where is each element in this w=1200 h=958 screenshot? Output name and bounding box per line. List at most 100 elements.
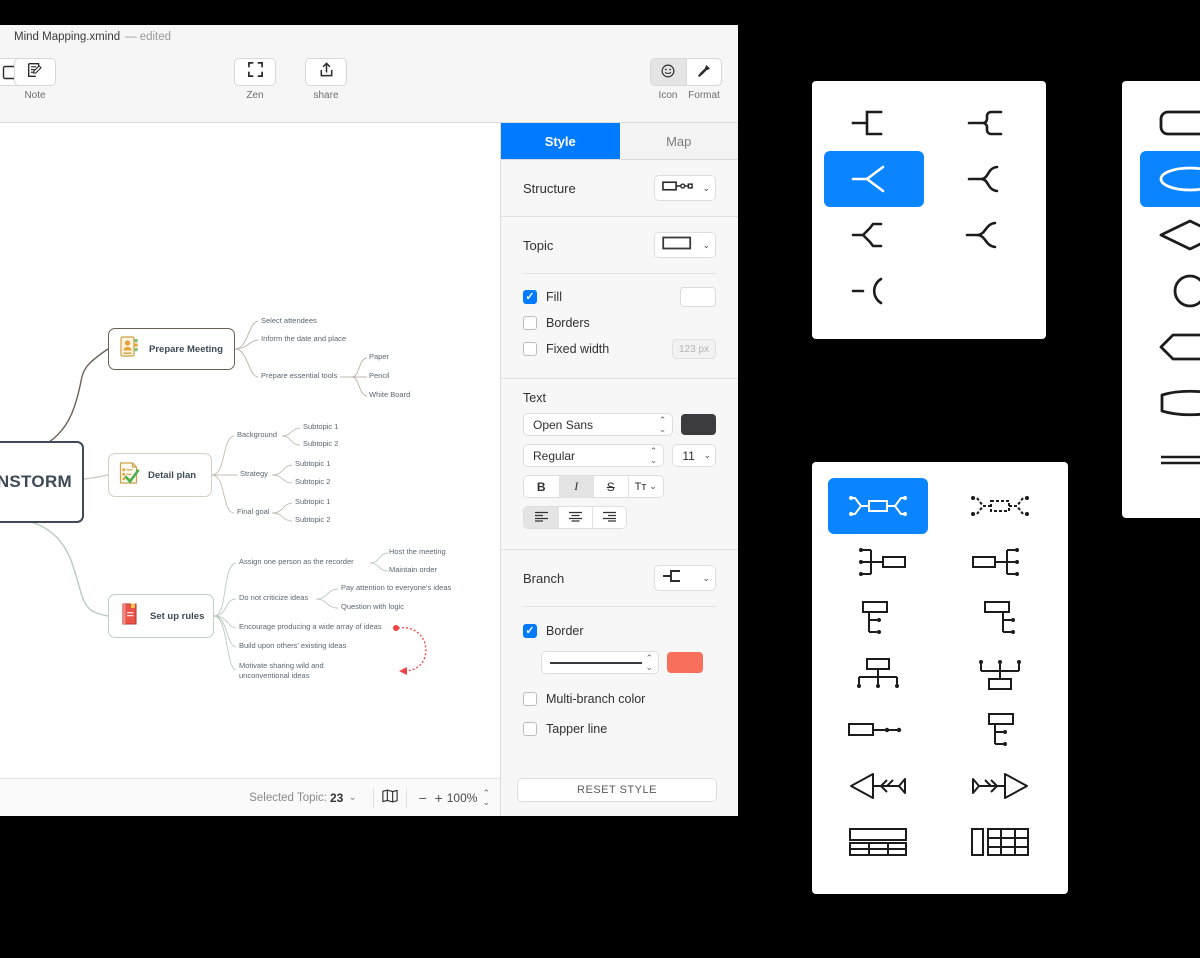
branch-option-wide-fork[interactable] xyxy=(940,207,1040,263)
mindmap-node-prepare-meeting[interactable]: Prepare Meeting xyxy=(108,328,235,370)
multi-branch-color-checkbox[interactable] xyxy=(523,692,537,706)
fixed-width-checkbox[interactable] xyxy=(523,342,537,356)
format-toggle-button[interactable] xyxy=(685,59,721,85)
topic-shape-rounded-rect[interactable] xyxy=(1140,95,1200,151)
zoom-stepper[interactable]: ⌃ ⌄ xyxy=(482,789,490,806)
mindmap-leaf[interactable]: Prepare essential tools xyxy=(261,371,337,380)
mindmap-leaf[interactable]: Background xyxy=(237,430,277,439)
branch-option-rounded-elbow[interactable] xyxy=(940,95,1040,151)
structure-option-tree-down[interactable] xyxy=(950,702,1050,758)
mindmap-leaf[interactable]: Maintain order xyxy=(389,565,437,574)
share-button[interactable] xyxy=(305,58,347,86)
reset-style-button[interactable]: RESET STYLE xyxy=(517,778,717,802)
branch-option-square-elbow[interactable] xyxy=(824,95,924,151)
tapper-line-checkbox[interactable] xyxy=(523,722,537,736)
mindmap-leaf[interactable]: Question with logic xyxy=(341,602,404,611)
mindmap-root-node[interactable]: BRAINSTORM xyxy=(0,441,84,523)
structure-option-balanced-map-alt[interactable] xyxy=(950,478,1050,534)
bold-button[interactable]: B xyxy=(524,476,559,497)
fixed-width-input[interactable]: 123 px xyxy=(672,339,716,359)
mindmap-leaf[interactable]: Build upon others' existing ideas xyxy=(239,641,346,650)
branch-border-checkbox[interactable] xyxy=(523,624,537,638)
mindmap-canvas[interactable]: BRAINSTORM Prepare Meeting xyxy=(0,123,500,778)
stepper-icon: ⌃ ⌄ xyxy=(645,652,653,672)
structure-option-org-down[interactable] xyxy=(828,646,928,702)
structure-option-logic-left[interactable] xyxy=(828,534,928,590)
align-left-button[interactable] xyxy=(524,507,558,528)
font-family-select[interactable]: Open Sans ⌃ ⌄ xyxy=(523,413,674,436)
borders-label: Borders xyxy=(546,316,590,330)
tab-map[interactable]: Map xyxy=(619,123,738,159)
book-map-icon[interactable] xyxy=(382,789,398,806)
structure-option-tree-right[interactable] xyxy=(828,590,928,646)
mindmap-leaf[interactable]: Subtopic 2 xyxy=(295,477,330,486)
mindmap-leaf[interactable]: Strategy xyxy=(240,469,268,478)
structure-option-balanced-map[interactable] xyxy=(828,478,928,534)
structure-option-matrix-col[interactable] xyxy=(950,814,1050,870)
zoom-out-button[interactable]: − xyxy=(415,790,431,806)
mindmap-leaf[interactable]: Encourage producing a wide array of idea… xyxy=(239,622,382,631)
align-right-button[interactable] xyxy=(592,507,626,528)
mindmap-leaf[interactable]: Pay attention to everyone's ideas xyxy=(341,583,451,592)
topic-shape-ellipse[interactable] xyxy=(1140,151,1200,207)
mindmap-leaf[interactable]: Inform the date and place xyxy=(261,334,346,343)
structure-option-org-up[interactable] xyxy=(950,646,1050,702)
structure-dropdown[interactable]: ⌄ xyxy=(654,175,716,201)
structure-option-logic-right[interactable] xyxy=(950,534,1050,590)
mindmap-leaf[interactable]: Do not criticize ideas xyxy=(239,593,308,602)
tab-style[interactable]: Style xyxy=(501,123,620,159)
fill-checkbox[interactable] xyxy=(523,290,537,304)
mindmap-leaf[interactable]: Motivate sharing wild and unconventional… xyxy=(239,661,359,681)
font-style-select[interactable]: Regular ⌃ ⌄ xyxy=(523,444,665,467)
topic-shape-capsule[interactable] xyxy=(1140,375,1200,431)
topic-shape-underline[interactable] xyxy=(1140,431,1200,487)
text-case-button[interactable]: Tт ⌄ xyxy=(627,476,663,497)
font-size-select[interactable]: 11 ⌄ xyxy=(672,444,716,467)
structure-option-matrix-row[interactable] xyxy=(828,814,928,870)
align-center-button[interactable] xyxy=(558,507,592,528)
branch-option-straight-fork[interactable] xyxy=(824,151,924,207)
mindmap-leaf[interactable]: Subtopic 1 xyxy=(303,422,338,431)
mindmap-leaf[interactable]: Host the meeting xyxy=(389,547,446,556)
structure-option-tree-left[interactable] xyxy=(950,590,1050,646)
zen-button[interactable] xyxy=(234,58,276,86)
topic-shape-dropdown[interactable]: ⌄ xyxy=(654,232,716,258)
mindmap-leaf[interactable]: Paper xyxy=(369,352,389,361)
mindmap-leaf[interactable]: Subtopic 2 xyxy=(295,515,330,524)
branch-option-arc[interactable] xyxy=(824,263,924,319)
branch-option-curve-fork[interactable] xyxy=(940,151,1040,207)
mindmap-leaf[interactable]: Subtopic 1 xyxy=(295,459,330,468)
italic-button[interactable]: I xyxy=(558,476,593,497)
branch-style-dropdown[interactable]: ⌄ xyxy=(654,565,716,591)
zoom-in-button[interactable]: + xyxy=(431,790,447,806)
structure-option-timeline-right[interactable] xyxy=(828,702,928,758)
mindmap-leaf[interactable]: White Board xyxy=(369,390,410,399)
mindmap-leaf[interactable]: Final goal xyxy=(237,507,270,516)
note-button[interactable] xyxy=(14,58,56,86)
selected-topic-dropdown[interactable]: ⌄ xyxy=(348,792,356,803)
branch-option-angled-fork[interactable] xyxy=(824,207,924,263)
font-color-swatch[interactable] xyxy=(681,414,716,435)
mindmap-leaf[interactable]: Assign one person as the recorder xyxy=(239,557,354,566)
panel-tabs: Style Map xyxy=(501,123,738,160)
branch-row: Branch ⌄ xyxy=(501,550,738,606)
mindmap-leaf[interactable]: Select attendees xyxy=(261,316,317,325)
topic-shape-circle[interactable] xyxy=(1140,263,1200,319)
fill-color-swatch[interactable] xyxy=(680,287,716,307)
borders-checkbox[interactable] xyxy=(523,316,537,330)
topic-shape-diamond[interactable] xyxy=(1140,207,1200,263)
mindmap-node-set-up-rules[interactable]: Set up rules xyxy=(108,594,214,638)
branch-color-swatch[interactable] xyxy=(667,652,703,673)
icon-format-segment-group xyxy=(650,58,722,86)
structure-option-fishbone-right[interactable] xyxy=(950,758,1050,814)
topic-label: Topic xyxy=(523,237,554,253)
structure-option-fishbone-left[interactable] xyxy=(828,758,928,814)
mindmap-leaf[interactable]: Subtopic 2 xyxy=(303,439,338,448)
mindmap-leaf[interactable]: Pencil xyxy=(369,371,389,380)
mindmap-node-detail-plan[interactable]: Detail plan xyxy=(108,453,212,497)
topic-shape-pentagon-left[interactable] xyxy=(1140,319,1200,375)
strikethrough-button[interactable]: S xyxy=(593,476,628,497)
icon-toggle-button[interactable] xyxy=(651,59,686,85)
mindmap-leaf[interactable]: Subtopic 1 xyxy=(295,497,330,506)
branch-line-style-select[interactable]: ⌃ ⌄ xyxy=(541,651,659,674)
